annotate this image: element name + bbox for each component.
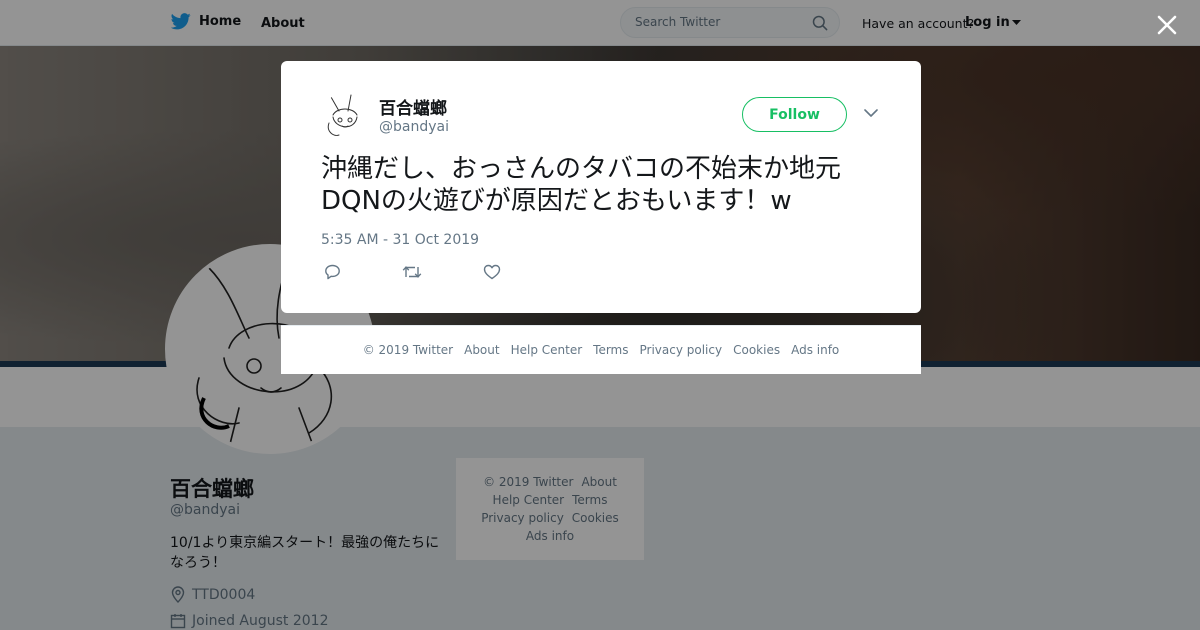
tweet-author-name[interactable]: 百合蟷螂 [379,94,447,119]
modal-footer-terms-link[interactable]: Terms [593,343,628,357]
modal-footer-cookies-link[interactable]: Cookies [733,343,780,357]
tweet-modal: 百合蟷螂 @bandyai Follow 沖縄だし、おっさんのタバコの不始末か地… [281,61,921,313]
tweet-text: 沖縄だし、おっさんのタバコの不始末か地元DQNの火遊びが原因だとおもいます！w [321,154,842,216]
tweet-author-handle[interactable]: @bandyai [379,119,449,135]
avatar-illustration-small [327,94,358,136]
modal-footer-about-link[interactable]: About [464,343,499,357]
tweet-author-avatar[interactable] [321,93,369,141]
follow-button[interactable]: Follow [742,97,847,132]
modal-footer-help-link[interactable]: Help Center [511,343,583,357]
modal-footer-copyright: © 2019 Twitter [362,343,454,357]
retweet-icon[interactable] [402,264,422,280]
reply-icon[interactable] [324,264,341,280]
modal-footer-ads-link[interactable]: Ads info [791,343,839,357]
modal-footer-privacy-link[interactable]: Privacy policy [640,343,723,357]
tweet-timestamp[interactable]: 5:35 AM - 31 Oct 2019 [321,232,479,248]
modal-footer: © 2019 Twitter About Help Center Terms P… [281,325,921,374]
heart-icon[interactable] [483,264,501,280]
close-icon[interactable] [1154,12,1180,38]
chevron-down-icon[interactable] [864,109,878,118]
